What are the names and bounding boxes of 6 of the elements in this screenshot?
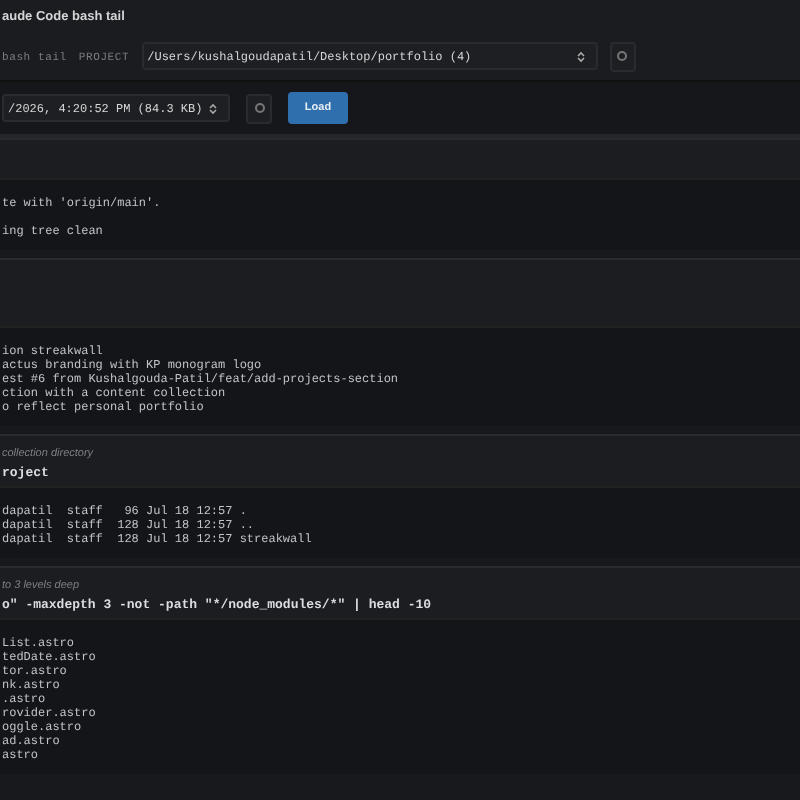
circle-icon [253, 102, 265, 114]
circle-icon [616, 50, 629, 62]
refresh-button[interactable] [246, 93, 272, 123]
updown-icon [208, 101, 218, 115]
updown-icon [575, 49, 586, 63]
refresh-button[interactable] [609, 41, 636, 71]
